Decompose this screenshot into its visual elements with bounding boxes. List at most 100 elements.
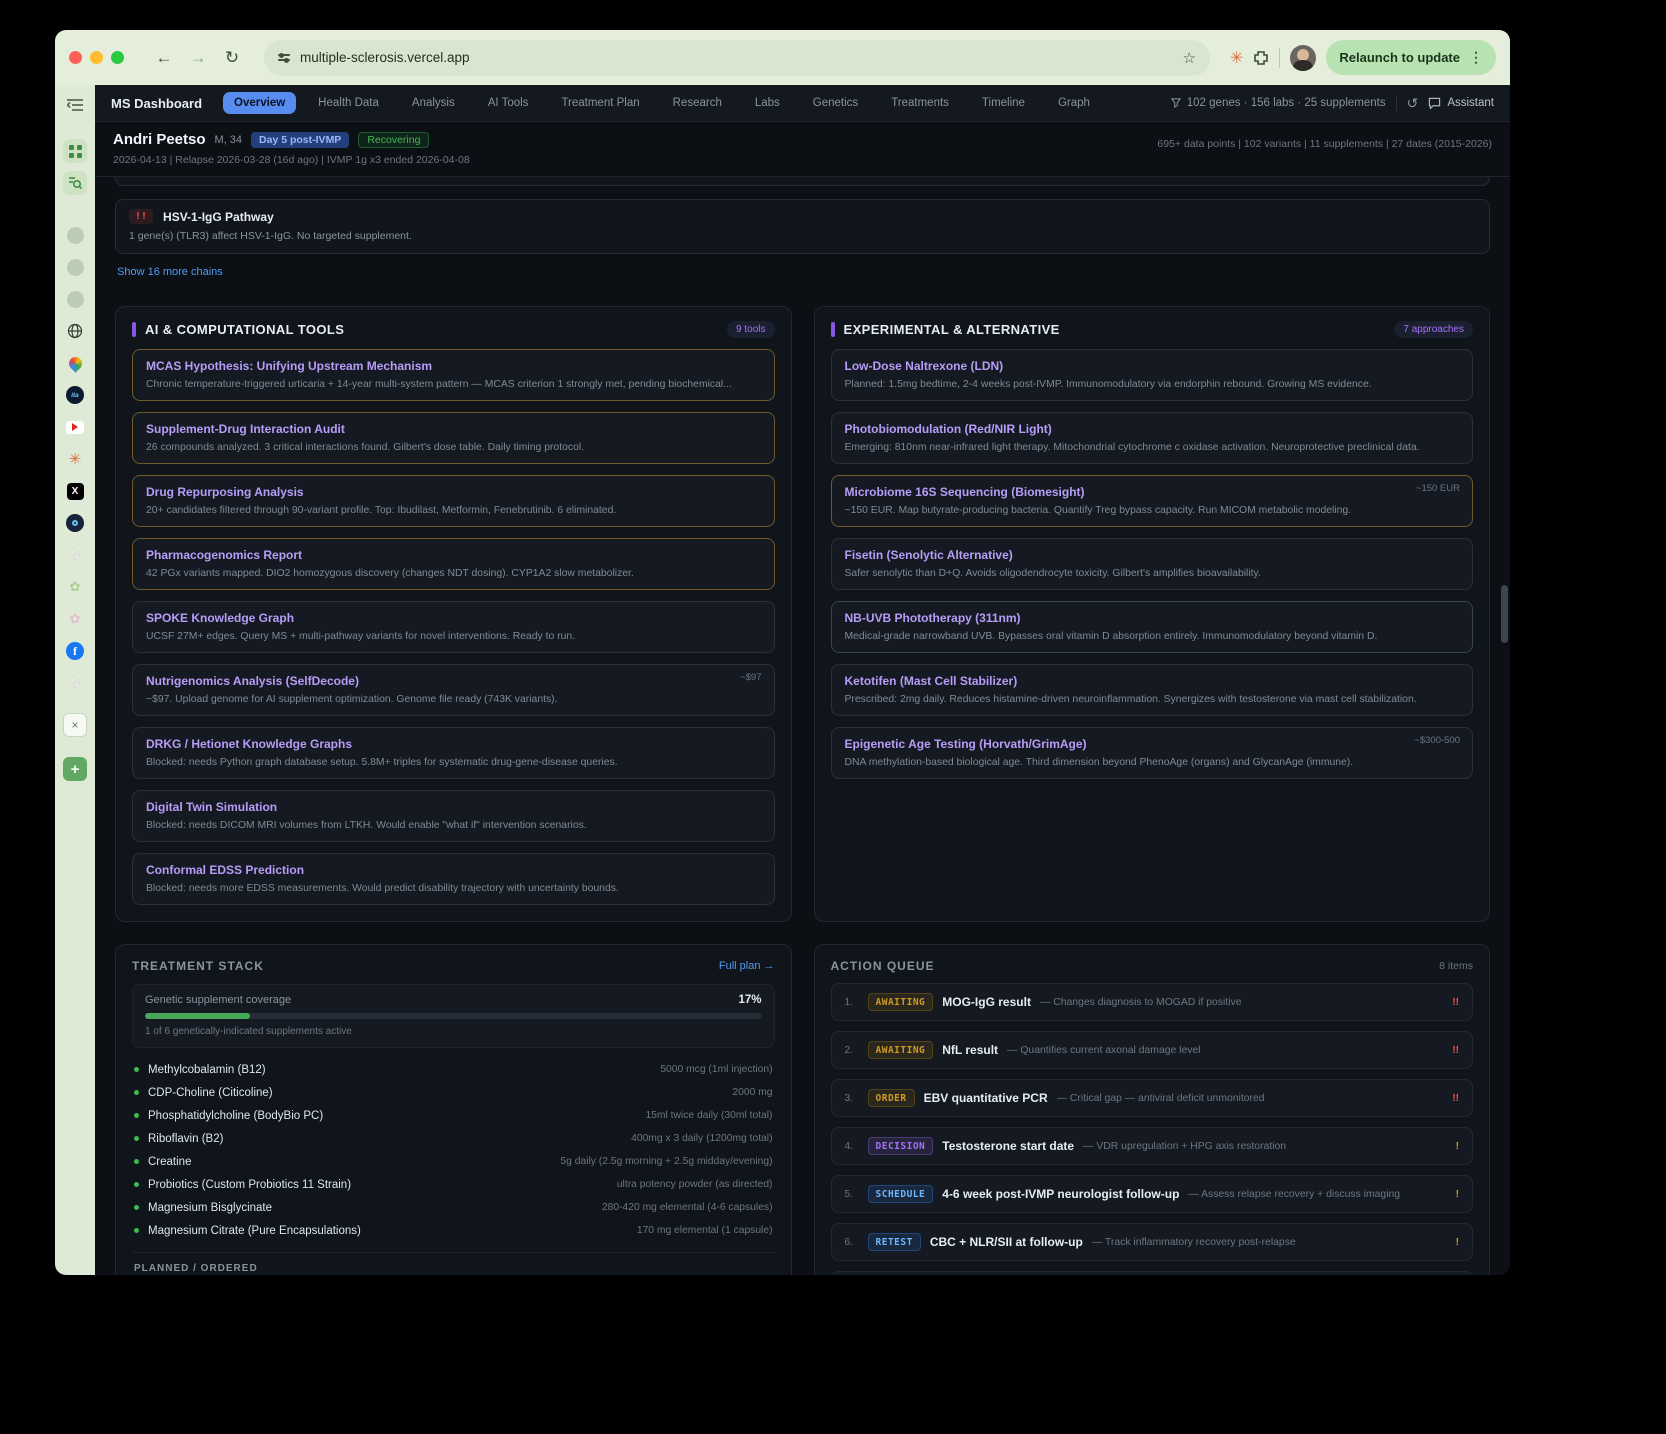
- tab-health-data[interactable]: Health Data: [307, 92, 390, 114]
- tool-card[interactable]: MCAS Hypothesis: Unifying Upstream Mecha…: [132, 349, 775, 401]
- supplement-row: Creatine5g daily (2.5g morning + 2.5g mi…: [132, 1150, 775, 1173]
- apps-grid-icon[interactable]: [63, 139, 87, 163]
- approach-card[interactable]: Ketotifen (Mast Cell Stabilizer) Prescri…: [831, 664, 1474, 716]
- tool-card[interactable]: Drug Repurposing Analysis 20+ candidates…: [132, 475, 775, 527]
- tool-card[interactable]: Pharmacogenomics Report 42 PGx variants …: [132, 538, 775, 590]
- tab-graph[interactable]: Graph: [1047, 92, 1101, 114]
- patient-sex-age: M, 34: [215, 134, 243, 146]
- action-item[interactable]: 4. DECISION Testosterone start date — VD…: [831, 1127, 1474, 1165]
- approach-card[interactable]: NB-UVB Phototherapy (311nm) Medical-grad…: [831, 601, 1474, 653]
- tool-card[interactable]: ~$97 Nutrigenomics Analysis (SelfDecode)…: [132, 664, 775, 716]
- flower-icon[interactable]: ✿: [63, 607, 87, 631]
- coverage-label: Genetic supplement coverage: [145, 994, 291, 1006]
- pathway-alert-card[interactable]: !! HSV-1-IgG Pathway 1 gene(s) (TLR3) af…: [115, 199, 1490, 254]
- placeholder-tab-icon-2[interactable]: [63, 255, 87, 279]
- action-item[interactable]: 3. ORDER EBV quantitative PCR — Critical…: [831, 1079, 1474, 1117]
- extensions-puzzle-icon[interactable]: [1253, 50, 1269, 66]
- active-dot-icon: [134, 1205, 139, 1210]
- forward-icon[interactable]: →: [186, 48, 210, 68]
- tool-card[interactable]: DRKG / Hetionet Knowledge Graphs Blocked…: [132, 727, 775, 779]
- tab-ai-tools[interactable]: AI Tools: [477, 92, 540, 114]
- patient-meta: 2026-04-13 | Relapse 2026-03-28 (16d ago…: [113, 154, 1492, 166]
- patient-header: Andri Peetso M, 34 Day 5 post-IVMP Recov…: [95, 122, 1510, 177]
- url-bar[interactable]: multiple-sclerosis.vercel.app ☆: [264, 40, 1210, 76]
- tab-genetics[interactable]: Genetics: [802, 92, 869, 114]
- status-badge: SCHEDULE: [868, 1185, 934, 1203]
- active-dot-icon: [134, 1136, 139, 1141]
- action-item[interactable]: 5. SCHEDULE 4-6 week post-IVMP neurologi…: [831, 1175, 1474, 1213]
- status-badge: ORDER: [868, 1089, 915, 1107]
- search-tabs-icon[interactable]: [63, 171, 87, 195]
- tab-treatments[interactable]: Treatments: [880, 92, 960, 114]
- price-tag: ~$97: [740, 672, 761, 683]
- bookmark-star-icon[interactable]: ☆: [1183, 49, 1196, 67]
- tab-labs[interactable]: Labs: [744, 92, 791, 114]
- approach-card[interactable]: Fisetin (Senolytic Alternative) Safer se…: [831, 538, 1474, 590]
- plant-icon[interactable]: ✿: [63, 575, 87, 599]
- action-item[interactable]: 7. REVIEW Vitamin D protocol when bile a…: [831, 1271, 1474, 1275]
- planned-label: PLANNED / ORDERED: [134, 1263, 775, 1274]
- globe-icon[interactable]: [63, 319, 87, 343]
- status-badge: AWAITING: [868, 993, 934, 1011]
- approach-card[interactable]: Low-Dose Naltrexone (LDN) Planned: 1.5mg…: [831, 349, 1474, 401]
- refresh-icon[interactable]: ↺: [1407, 95, 1419, 112]
- claude-spark-icon[interactable]: ✳: [63, 447, 87, 471]
- facebook-icon[interactable]: f: [63, 639, 87, 663]
- app-top-nav: MS Dashboard Overview Health Data Analys…: [95, 85, 1510, 122]
- show-more-chains-link[interactable]: Show 16 more chains: [117, 266, 223, 278]
- supplement-row: Magnesium Bisglycinate280-420 mg element…: [132, 1196, 775, 1219]
- action-item[interactable]: 1. AWAITING MOG-IgG result — Changes dia…: [831, 983, 1474, 1021]
- active-dot-icon: [134, 1159, 139, 1164]
- minimize-window-button[interactable]: [90, 51, 103, 64]
- action-item[interactable]: 6. RETEST CBC + NLR/SII at follow-up — T…: [831, 1223, 1474, 1261]
- action-item[interactable]: 2. AWAITING NfL result — Quantifies curr…: [831, 1031, 1474, 1069]
- youtube-icon[interactable]: [63, 415, 87, 439]
- pen-icon-2[interactable]: ✎: [63, 671, 87, 695]
- extension-spark-icon[interactable]: ✳: [1230, 48, 1243, 68]
- browser-menu-icon[interactable]: ⋮: [1469, 49, 1483, 66]
- relaunch-button[interactable]: Relaunch to update ⋮: [1326, 40, 1496, 75]
- active-dot-icon: [134, 1182, 139, 1187]
- toolbar-divider: [1279, 48, 1280, 68]
- coverage-footnote: 1 of 6 genetically-indicated supplements…: [145, 1026, 762, 1037]
- tool-card[interactable]: Digital Twin Simulation Blocked: needs D…: [132, 790, 775, 842]
- tool-card[interactable]: SPOKE Knowledge Graph UCSF 27M+ edges. Q…: [132, 601, 775, 653]
- steam-icon[interactable]: [63, 511, 87, 535]
- tool-card[interactable]: Supplement-Drug Interaction Audit 26 com…: [132, 412, 775, 464]
- tab-research[interactable]: Research: [662, 92, 733, 114]
- placeholder-tab-icon-1[interactable]: [63, 223, 87, 247]
- tab-treatment-plan[interactable]: Treatment Plan: [550, 92, 650, 114]
- sidebar-toggle-icon[interactable]: [63, 93, 87, 117]
- ita-logo-icon[interactable]: ita: [63, 383, 87, 407]
- approach-card[interactable]: Photobiomodulation (Red/NIR Light) Emerg…: [831, 412, 1474, 464]
- supplement-row: Riboflavin (B2)400mg x 3 daily (1200mg t…: [132, 1127, 775, 1150]
- zoom-window-button[interactable]: [111, 51, 124, 64]
- pen-icon[interactable]: ✎: [63, 543, 87, 567]
- back-icon[interactable]: ←: [152, 48, 176, 68]
- supplement-row: Methylcobalamin (B12)5000 mcg (1ml injec…: [132, 1058, 775, 1081]
- site-settings-icon[interactable]: [278, 54, 290, 61]
- supplement-row: Magnesium Citrate (Pure Encapsulations)1…: [132, 1219, 775, 1242]
- placeholder-tab-icon-3[interactable]: [63, 287, 87, 311]
- approach-card[interactable]: ~$300-500 Epigenetic Age Testing (Horvat…: [831, 727, 1474, 779]
- reload-icon[interactable]: ↻: [220, 48, 244, 68]
- approach-card[interactable]: ~150 EUR Microbiome 16S Sequencing (Biom…: [831, 475, 1474, 527]
- recovering-status-badge: Recovering: [358, 132, 429, 148]
- close-window-button[interactable]: [69, 51, 82, 64]
- tab-analysis[interactable]: Analysis: [401, 92, 466, 114]
- new-tab-icon[interactable]: +: [63, 757, 87, 781]
- profile-avatar[interactable]: [1290, 45, 1316, 71]
- close-tab-icon[interactable]: ×: [63, 713, 87, 737]
- tab-overview[interactable]: Overview: [223, 92, 296, 114]
- x-logo-icon[interactable]: X: [63, 479, 87, 503]
- clipped-card-edge: [115, 177, 1490, 186]
- maps-pin-icon[interactable]: [63, 351, 87, 375]
- dashboard-scroll-area: !! HSV-1-IgG Pathway 1 gene(s) (TLR3) af…: [95, 177, 1510, 1275]
- tab-timeline[interactable]: Timeline: [971, 92, 1036, 114]
- assistant-button[interactable]: Assistant: [1428, 97, 1494, 109]
- vertical-tab-rail: ita ✳ X ✎ ✿ ✿ f ✎ × +: [55, 85, 95, 1275]
- patient-name: Andri Peetso: [113, 131, 206, 148]
- full-plan-link[interactable]: Full plan →: [719, 960, 775, 972]
- tool-card[interactable]: Conformal EDSS Prediction Blocked: needs…: [132, 853, 775, 905]
- page-scrollbar-thumb[interactable]: [1501, 585, 1508, 643]
